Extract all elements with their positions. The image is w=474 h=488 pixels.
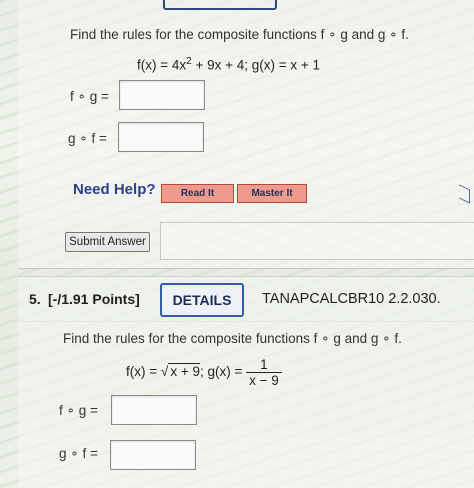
q5-g-denominator: x − 9 bbox=[249, 373, 279, 388]
q5-code: TANAPCALCBR10 2.2.030. bbox=[262, 291, 441, 307]
q5-gof-label: g ∘ f = bbox=[59, 446, 98, 461]
q4-fog-input[interactable] bbox=[119, 80, 205, 110]
q5-points: [-/1.91 Points] bbox=[48, 291, 140, 307]
details-button[interactable]: DETAILS bbox=[160, 283, 244, 317]
q5-sqrt-content: x + 9 bbox=[168, 363, 200, 380]
q5-prompt: Find the rules for the composite functio… bbox=[63, 331, 402, 346]
q5-g-numerator: 1 bbox=[246, 357, 282, 373]
q5-f-prefix: f(x) = bbox=[126, 364, 161, 380]
q4-f-suffix: + 9x + 4; g(x) = x + 1 bbox=[191, 57, 321, 73]
need-help-label: Need Help? bbox=[73, 181, 156, 198]
q5-fog-input[interactable] bbox=[111, 395, 197, 425]
q4-prompt: Find the rules for the composite functio… bbox=[70, 27, 409, 42]
q4-f-prefix: f(x) = 4x bbox=[137, 57, 187, 73]
master-it-button[interactable]: Master It bbox=[237, 184, 307, 203]
previous-button-stub[interactable] bbox=[163, 0, 277, 10]
q4-gof-label: g ∘ f = bbox=[68, 131, 107, 146]
question-divider bbox=[18, 268, 474, 269]
q5-g-fraction: 1x − 9 bbox=[246, 357, 282, 388]
q4-gof-input[interactable] bbox=[118, 122, 204, 152]
q4-fog-label: f ∘ g = bbox=[70, 89, 109, 104]
submit-feedback-area bbox=[160, 222, 474, 260]
read-it-button[interactable]: Read It bbox=[161, 184, 234, 203]
q4-formula: f(x) = 4x2 + 9x + 4; g(x) = x + 1 bbox=[137, 56, 320, 73]
q5-number: 5. bbox=[29, 291, 41, 307]
q5-formula: f(x) = √ x + 9; g(x) = 1x − 9 bbox=[126, 357, 282, 388]
submit-answer-button[interactable]: Submit Answer bbox=[65, 232, 150, 252]
q5-gof-input[interactable] bbox=[110, 440, 196, 470]
q5-g-prefix: ; g(x) = bbox=[199, 364, 247, 380]
q5-fog-label: f ∘ g = bbox=[59, 403, 98, 418]
